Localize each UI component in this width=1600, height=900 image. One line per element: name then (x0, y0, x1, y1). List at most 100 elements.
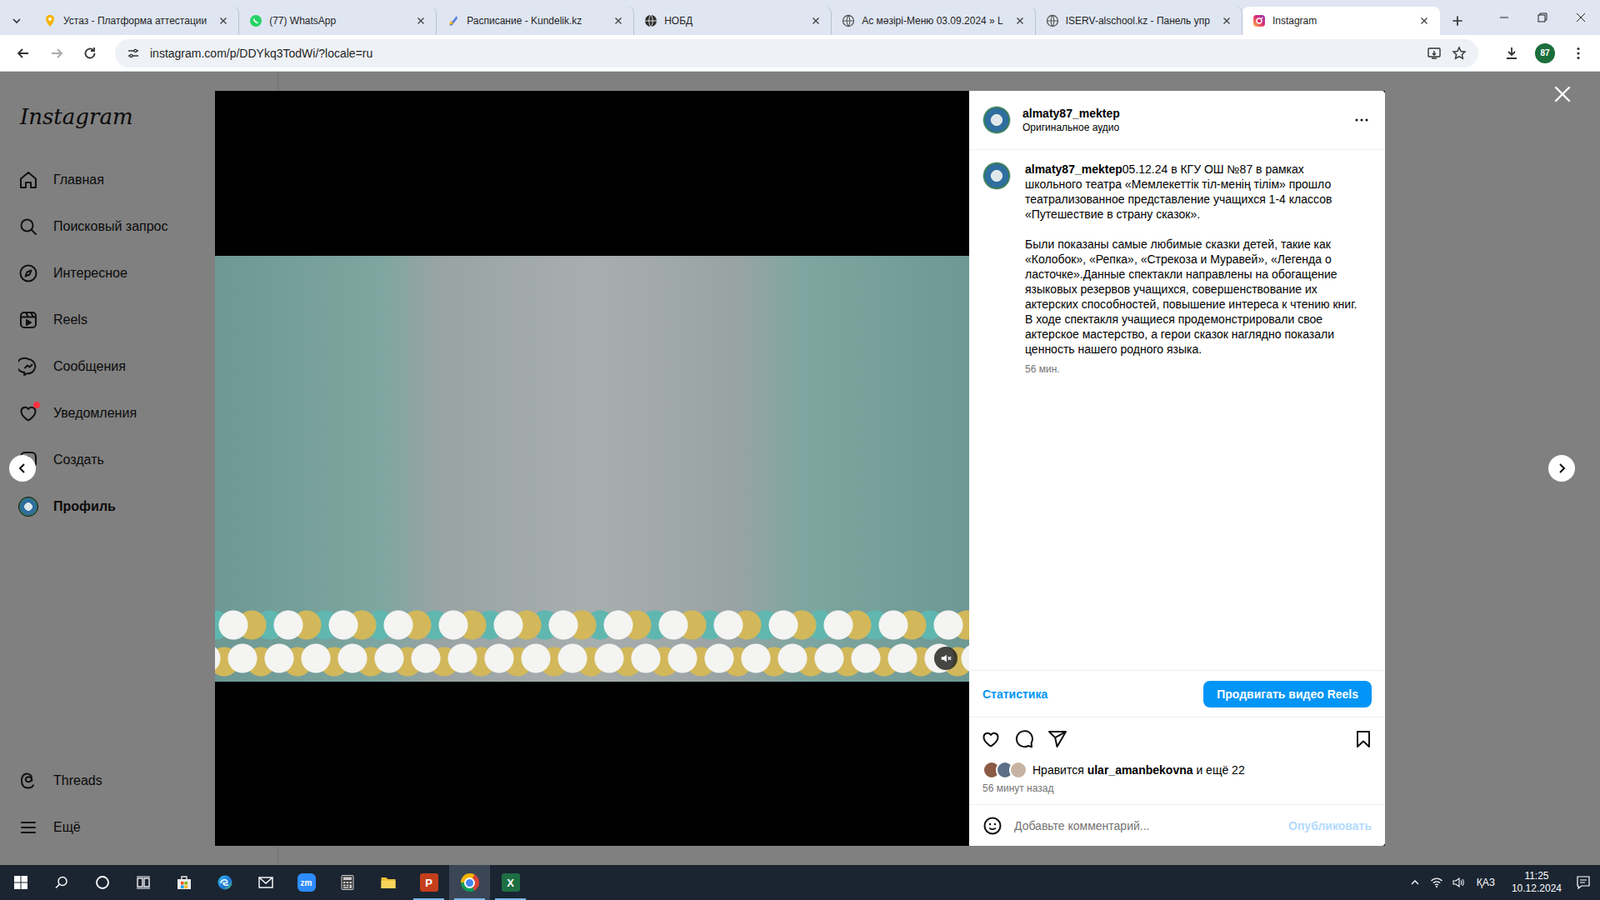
nav-icon-box (18, 263, 39, 284)
show-hidden-icons-icon[interactable] (1408, 875, 1422, 890)
bookmark-star-icon[interactable] (1451, 45, 1467, 61)
liker-avatar-icon (1009, 760, 1028, 780)
author-name[interactable]: almaty87_mektep (1022, 106, 1340, 120)
profile-avatar-icon (18, 496, 39, 517)
browser-tab[interactable]: Instagram (1242, 6, 1440, 35)
stats-row: Статистика Продвигать видео Reels (969, 670, 1385, 718)
liked-by[interactable]: ular_amanbekovna (1087, 763, 1194, 777)
caption-body: almaty87_mektep05.12.24 в КГУ ОШ №87 в р… (1025, 161, 1364, 657)
tab-title: ISERV-alschool.kz - Панель упр (1065, 15, 1210, 27)
zoom-taskbar-button[interactable]: zm (285, 865, 327, 900)
install-app-icon[interactable] (1426, 45, 1442, 61)
close-tab-icon[interactable] (414, 14, 428, 28)
promote-button[interactable]: Продвигать видео Reels (1203, 680, 1372, 708)
powerpoint-icon: P (420, 873, 439, 892)
more-icon (18, 817, 39, 838)
comment-icon[interactable] (1014, 729, 1035, 750)
post-header: almaty87_mektepОригинальное аудио (969, 90, 1385, 150)
browser-tab[interactable]: Ас мәзірі-Меню 03.09.2024 » L (831, 6, 1036, 35)
address-bar[interactable]: instagram.com/p/DDYkq3TodWi/?locale=ru (115, 39, 1479, 68)
edge-taskbar-button[interactable] (204, 865, 245, 900)
publish-button[interactable]: Опубликовать (1288, 819, 1372, 833)
close-tab-icon[interactable] (1417, 14, 1431, 28)
close-tab-icon[interactable] (216, 14, 230, 28)
browser-tab[interactable]: Устаз - Платформа аттестации (33, 6, 240, 35)
close-modal-icon[interactable] (1552, 84, 1573, 105)
browser-tab[interactable]: (77) WhatsApp (239, 6, 437, 35)
close-tab-icon[interactable] (1220, 14, 1234, 28)
post-modal: almaty87_mektepОригинальное аудиоalmaty8… (215, 90, 1385, 846)
task-view-taskbar-button[interactable] (122, 865, 164, 900)
sidebar-label: Ещё (53, 820, 81, 835)
chrome-taskbar-button[interactable] (449, 865, 490, 900)
mail-taskbar-button[interactable] (245, 865, 286, 900)
minimize-icon[interactable] (1485, 0, 1524, 35)
cortana-taskbar-button[interactable] (81, 865, 123, 900)
mute-button[interactable] (934, 646, 958, 670)
caption-author[interactable]: almaty87_mektep (1025, 162, 1123, 176)
close-tab-icon[interactable] (1013, 14, 1027, 28)
powerpoint-taskbar-button[interactable]: P (408, 865, 450, 900)
back-icon[interactable] (10, 40, 37, 67)
close-tab-icon[interactable] (809, 14, 823, 28)
store-taskbar-button[interactable] (163, 865, 205, 900)
clock[interactable]: 11:2510.12.2024 (1506, 870, 1567, 895)
favicon-icon (1252, 14, 1266, 28)
comment-input[interactable]: Добавьте комментарий... (1014, 819, 1277, 833)
more-options-icon[interactable] (1351, 110, 1372, 130)
browser-tab[interactable]: ISERV-alschool.kz - Панель упр (1035, 6, 1243, 35)
emoji-icon[interactable] (982, 815, 1003, 836)
heart-icon[interactable] (980, 729, 1001, 750)
post-time: 56 минут назад (969, 779, 1385, 805)
author-avatar-icon[interactable] (982, 105, 1011, 135)
excel-taskbar-button[interactable]: X (490, 865, 531, 900)
reload-icon[interactable] (76, 40, 104, 67)
start-taskbar-button[interactable] (0, 865, 41, 900)
browser-window: Устаз - Платформа аттестации(77) WhatsAp… (0, 0, 1600, 900)
search-taskbar-button[interactable] (40, 865, 82, 900)
restore-icon[interactable] (1523, 0, 1562, 35)
close-tab-icon[interactable] (611, 14, 625, 28)
notification-dot (33, 401, 40, 409)
previous-post-button[interactable] (9, 455, 36, 482)
chevron-down-icon (10, 14, 24, 28)
nav-icon-box (18, 770, 39, 791)
nav-icon-box (18, 356, 39, 377)
wifi-icon[interactable] (1430, 875, 1444, 890)
video-player[interactable] (215, 90, 970, 846)
tab-title: Ас мәзірі-Меню 03.09.2024 » L (861, 15, 1004, 27)
windows-logo-icon (13, 875, 29, 890)
input-language[interactable]: ҚАЗ (1473, 876, 1499, 889)
favicon-icon (644, 14, 658, 28)
explorer-taskbar-button[interactable] (367, 865, 409, 900)
browser-tab[interactable]: НОБД (634, 6, 832, 35)
volume-icon[interactable] (1451, 875, 1465, 890)
audio-label[interactable]: Оригинальное аудио (1022, 121, 1340, 134)
calculator-icon (339, 874, 356, 891)
bookmark-icon[interactable] (1353, 729, 1374, 750)
close-window-icon[interactable] (1561, 0, 1600, 35)
author-avatar-icon[interactable] (982, 161, 1011, 190)
share-icon[interactable] (1047, 729, 1068, 750)
instagram-page: InstagramГлавнаяПоисковый запросИнтересн… (0, 71, 1600, 865)
menu-icon[interactable] (1565, 40, 1592, 67)
task-view-icon (135, 875, 151, 890)
store-bag-icon (175, 874, 193, 891)
new-tab-icon[interactable] (1450, 13, 1465, 29)
statistics-link[interactable]: Статистика (982, 687, 1048, 701)
site-info-icon[interactable] (126, 46, 140, 60)
caption-paragraph: Были показаны самые любимые сказки детей… (1025, 236, 1364, 357)
likes-text[interactable]: Нравится ular_amanbekovna и ещё 22 (1032, 763, 1245, 777)
favicon-icon (249, 14, 263, 28)
next-post-button[interactable] (1548, 455, 1575, 482)
favicon-icon (841, 14, 855, 28)
forward-icon[interactable] (43, 40, 70, 67)
favicon-icon (1045, 14, 1060, 28)
profile-button[interactable]: 87 (1535, 43, 1555, 64)
explore-icon (18, 263, 39, 284)
tab-search-button[interactable] (5, 6, 29, 35)
browser-tab[interactable]: Расписание - Kundelik.kz (436, 6, 635, 35)
calculator-taskbar-button[interactable] (326, 865, 368, 900)
downloads-icon[interactable] (1498, 40, 1525, 67)
action-center-icon[interactable] (1575, 874, 1592, 891)
